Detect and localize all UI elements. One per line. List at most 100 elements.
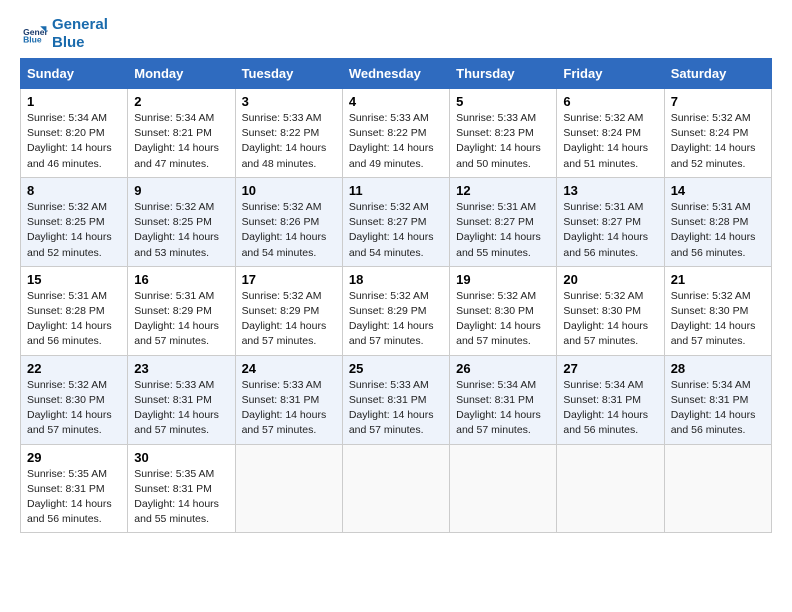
calendar-table: SundayMondayTuesdayWednesdayThursdayFrid… (20, 58, 772, 533)
calendar-cell: 11 Sunrise: 5:32 AM Sunset: 8:27 PM Dayl… (342, 177, 449, 266)
calendar-week-3: 15 Sunrise: 5:31 AM Sunset: 8:28 PM Dayl… (21, 266, 772, 355)
day-number: 12 (456, 183, 550, 198)
day-info: Sunrise: 5:33 AM Sunset: 8:22 PM Dayligh… (242, 111, 336, 172)
day-number: 26 (456, 361, 550, 376)
day-info: Sunrise: 5:35 AM Sunset: 8:31 PM Dayligh… (134, 467, 228, 528)
calendar-cell: 2 Sunrise: 5:34 AM Sunset: 8:21 PM Dayli… (128, 89, 235, 178)
day-number: 20 (563, 272, 657, 287)
calendar-cell: 3 Sunrise: 5:33 AM Sunset: 8:22 PM Dayli… (235, 89, 342, 178)
day-info: Sunrise: 5:34 AM Sunset: 8:20 PM Dayligh… (27, 111, 121, 172)
calendar-cell: 18 Sunrise: 5:32 AM Sunset: 8:29 PM Dayl… (342, 266, 449, 355)
calendar-header-friday: Friday (557, 59, 664, 89)
calendar-week-2: 8 Sunrise: 5:32 AM Sunset: 8:25 PM Dayli… (21, 177, 772, 266)
day-info: Sunrise: 5:31 AM Sunset: 8:29 PM Dayligh… (134, 289, 228, 350)
calendar-cell: 20 Sunrise: 5:32 AM Sunset: 8:30 PM Dayl… (557, 266, 664, 355)
day-number: 8 (27, 183, 121, 198)
calendar-cell: 8 Sunrise: 5:32 AM Sunset: 8:25 PM Dayli… (21, 177, 128, 266)
day-number: 13 (563, 183, 657, 198)
day-number: 6 (563, 94, 657, 109)
day-info: Sunrise: 5:32 AM Sunset: 8:30 PM Dayligh… (456, 289, 550, 350)
day-info: Sunrise: 5:32 AM Sunset: 8:27 PM Dayligh… (349, 200, 443, 261)
calendar-cell: 24 Sunrise: 5:33 AM Sunset: 8:31 PM Dayl… (235, 355, 342, 444)
calendar-cell: 4 Sunrise: 5:33 AM Sunset: 8:22 PM Dayli… (342, 89, 449, 178)
svg-text:Blue: Blue (23, 35, 42, 45)
calendar-header-saturday: Saturday (664, 59, 771, 89)
calendar-cell: 22 Sunrise: 5:32 AM Sunset: 8:30 PM Dayl… (21, 355, 128, 444)
day-info: Sunrise: 5:32 AM Sunset: 8:24 PM Dayligh… (671, 111, 765, 172)
logo: General Blue General Blue (20, 16, 108, 52)
day-number: 27 (563, 361, 657, 376)
logo-icon: General Blue (20, 20, 48, 48)
calendar-cell: 25 Sunrise: 5:33 AM Sunset: 8:31 PM Dayl… (342, 355, 449, 444)
day-number: 1 (27, 94, 121, 109)
calendar-cell: 1 Sunrise: 5:34 AM Sunset: 8:20 PM Dayli… (21, 89, 128, 178)
calendar-week-5: 29 Sunrise: 5:35 AM Sunset: 8:31 PM Dayl… (21, 444, 772, 533)
calendar-cell: 14 Sunrise: 5:31 AM Sunset: 8:28 PM Dayl… (664, 177, 771, 266)
day-number: 11 (349, 183, 443, 198)
day-info: Sunrise: 5:32 AM Sunset: 8:25 PM Dayligh… (27, 200, 121, 261)
header: General Blue General Blue (20, 16, 772, 52)
calendar-cell: 30 Sunrise: 5:35 AM Sunset: 8:31 PM Dayl… (128, 444, 235, 533)
day-info: Sunrise: 5:33 AM Sunset: 8:31 PM Dayligh… (242, 378, 336, 439)
calendar-cell: 15 Sunrise: 5:31 AM Sunset: 8:28 PM Dayl… (21, 266, 128, 355)
day-number: 14 (671, 183, 765, 198)
day-info: Sunrise: 5:34 AM Sunset: 8:31 PM Dayligh… (563, 378, 657, 439)
day-info: Sunrise: 5:34 AM Sunset: 8:31 PM Dayligh… (671, 378, 765, 439)
calendar-cell: 19 Sunrise: 5:32 AM Sunset: 8:30 PM Dayl… (450, 266, 557, 355)
day-number: 24 (242, 361, 336, 376)
calendar-cell (235, 444, 342, 533)
calendar-header-tuesday: Tuesday (235, 59, 342, 89)
day-info: Sunrise: 5:32 AM Sunset: 8:25 PM Dayligh… (134, 200, 228, 261)
day-info: Sunrise: 5:31 AM Sunset: 8:28 PM Dayligh… (671, 200, 765, 261)
calendar-cell: 17 Sunrise: 5:32 AM Sunset: 8:29 PM Dayl… (235, 266, 342, 355)
calendar-cell: 9 Sunrise: 5:32 AM Sunset: 8:25 PM Dayli… (128, 177, 235, 266)
day-info: Sunrise: 5:32 AM Sunset: 8:24 PM Dayligh… (563, 111, 657, 172)
day-number: 23 (134, 361, 228, 376)
calendar-cell (664, 444, 771, 533)
day-number: 5 (456, 94, 550, 109)
day-number: 25 (349, 361, 443, 376)
calendar-cell: 23 Sunrise: 5:33 AM Sunset: 8:31 PM Dayl… (128, 355, 235, 444)
calendar-header-sunday: Sunday (21, 59, 128, 89)
calendar-cell: 26 Sunrise: 5:34 AM Sunset: 8:31 PM Dayl… (450, 355, 557, 444)
day-number: 16 (134, 272, 228, 287)
day-info: Sunrise: 5:32 AM Sunset: 8:30 PM Dayligh… (563, 289, 657, 350)
day-number: 30 (134, 450, 228, 465)
calendar-cell: 21 Sunrise: 5:32 AM Sunset: 8:30 PM Dayl… (664, 266, 771, 355)
day-info: Sunrise: 5:32 AM Sunset: 8:30 PM Dayligh… (27, 378, 121, 439)
day-number: 10 (242, 183, 336, 198)
day-number: 15 (27, 272, 121, 287)
calendar-cell: 10 Sunrise: 5:32 AM Sunset: 8:26 PM Dayl… (235, 177, 342, 266)
calendar-header-row: SundayMondayTuesdayWednesdayThursdayFrid… (21, 59, 772, 89)
calendar-cell: 27 Sunrise: 5:34 AM Sunset: 8:31 PM Dayl… (557, 355, 664, 444)
day-number: 4 (349, 94, 443, 109)
calendar-cell (450, 444, 557, 533)
day-info: Sunrise: 5:34 AM Sunset: 8:31 PM Dayligh… (456, 378, 550, 439)
calendar-cell (557, 444, 664, 533)
day-number: 29 (27, 450, 121, 465)
day-info: Sunrise: 5:33 AM Sunset: 8:22 PM Dayligh… (349, 111, 443, 172)
day-info: Sunrise: 5:32 AM Sunset: 8:26 PM Dayligh… (242, 200, 336, 261)
day-info: Sunrise: 5:33 AM Sunset: 8:23 PM Dayligh… (456, 111, 550, 172)
day-info: Sunrise: 5:31 AM Sunset: 8:28 PM Dayligh… (27, 289, 121, 350)
calendar-cell: 28 Sunrise: 5:34 AM Sunset: 8:31 PM Dayl… (664, 355, 771, 444)
day-info: Sunrise: 5:33 AM Sunset: 8:31 PM Dayligh… (134, 378, 228, 439)
day-number: 19 (456, 272, 550, 287)
day-info: Sunrise: 5:34 AM Sunset: 8:21 PM Dayligh… (134, 111, 228, 172)
calendar-week-1: 1 Sunrise: 5:34 AM Sunset: 8:20 PM Dayli… (21, 89, 772, 178)
day-number: 2 (134, 94, 228, 109)
day-number: 18 (349, 272, 443, 287)
day-number: 7 (671, 94, 765, 109)
day-info: Sunrise: 5:33 AM Sunset: 8:31 PM Dayligh… (349, 378, 443, 439)
calendar-cell: 16 Sunrise: 5:31 AM Sunset: 8:29 PM Dayl… (128, 266, 235, 355)
calendar-cell: 7 Sunrise: 5:32 AM Sunset: 8:24 PM Dayli… (664, 89, 771, 178)
calendar-header-wednesday: Wednesday (342, 59, 449, 89)
day-number: 17 (242, 272, 336, 287)
day-info: Sunrise: 5:32 AM Sunset: 8:30 PM Dayligh… (671, 289, 765, 350)
calendar-cell: 5 Sunrise: 5:33 AM Sunset: 8:23 PM Dayli… (450, 89, 557, 178)
day-number: 21 (671, 272, 765, 287)
day-info: Sunrise: 5:31 AM Sunset: 8:27 PM Dayligh… (563, 200, 657, 261)
day-info: Sunrise: 5:32 AM Sunset: 8:29 PM Dayligh… (349, 289, 443, 350)
day-info: Sunrise: 5:32 AM Sunset: 8:29 PM Dayligh… (242, 289, 336, 350)
calendar-header-thursday: Thursday (450, 59, 557, 89)
